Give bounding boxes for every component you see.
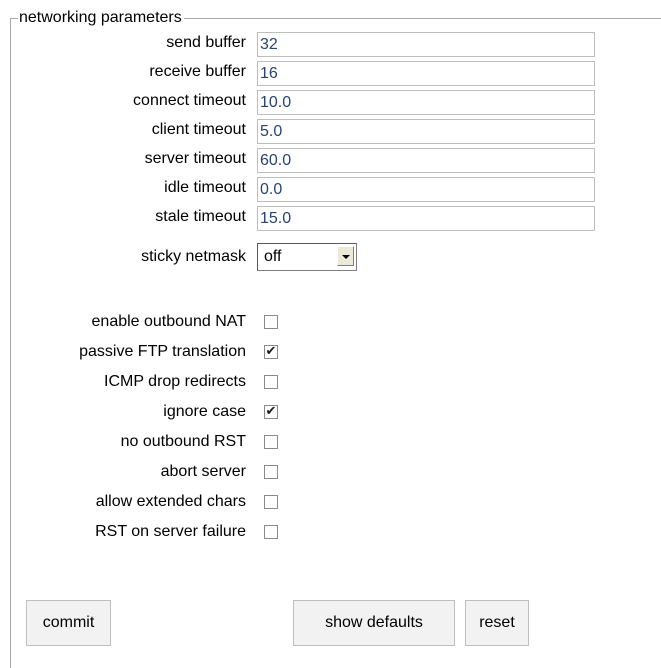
checkmark-icon: ✔ bbox=[265, 404, 277, 419]
stale-timeout-label: stale timeout bbox=[155, 208, 246, 225]
reset-button[interactable]: reset bbox=[465, 600, 529, 646]
icmp-drop-redirects-label: ICMP drop redirects bbox=[104, 373, 246, 390]
sticky-netmask-label: sticky netmask bbox=[141, 248, 246, 265]
abort-server-checkbox[interactable]: ✔ bbox=[264, 465, 278, 479]
allow-extended-chars-checkbox[interactable]: ✔ bbox=[264, 495, 278, 509]
server-timeout-input[interactable] bbox=[257, 148, 595, 173]
no-outbound-rst-checkbox[interactable]: ✔ bbox=[264, 435, 278, 449]
receive-buffer-label: receive buffer bbox=[149, 63, 246, 80]
abort-server-label: abort server bbox=[160, 463, 246, 480]
enable-outbound-nat-checkbox[interactable]: ✔ bbox=[264, 315, 278, 329]
idle-timeout-input[interactable] bbox=[257, 177, 595, 202]
server-timeout-label: server timeout bbox=[144, 150, 246, 167]
ignore-case-label: ignore case bbox=[163, 403, 246, 420]
receive-buffer-input[interactable] bbox=[257, 61, 595, 86]
client-timeout-input[interactable] bbox=[257, 119, 595, 144]
allow-extended-chars-label: allow extended chars bbox=[95, 493, 246, 510]
checkmark-icon: ✔ bbox=[265, 344, 277, 359]
send-buffer-label: send buffer bbox=[166, 34, 246, 51]
idle-timeout-label: idle timeout bbox=[164, 179, 246, 196]
connect-timeout-input[interactable] bbox=[257, 90, 595, 115]
passive-ftp-translation-checkbox[interactable]: ✔ bbox=[264, 344, 278, 359]
ignore-case-checkbox[interactable]: ✔ bbox=[264, 404, 278, 419]
rst-on-server-failure-checkbox[interactable]: ✔ bbox=[264, 525, 278, 539]
dropdown-arrow-icon[interactable] bbox=[337, 246, 354, 266]
client-timeout-label: client timeout bbox=[151, 121, 246, 138]
sticky-netmask-value: off bbox=[264, 248, 282, 265]
icmp-drop-redirects-checkbox[interactable]: ✔ bbox=[264, 375, 278, 389]
show-defaults-button[interactable]: show defaults bbox=[293, 600, 455, 646]
commit-button[interactable]: commit bbox=[26, 600, 111, 646]
enable-outbound-nat-label: enable outbound NAT bbox=[91, 313, 246, 330]
stale-timeout-input[interactable] bbox=[257, 206, 595, 231]
connect-timeout-label: connect timeout bbox=[133, 92, 246, 109]
no-outbound-rst-label: no outbound RST bbox=[120, 433, 246, 450]
send-buffer-input[interactable] bbox=[257, 32, 595, 57]
passive-ftp-translation-label: passive FTP translation bbox=[79, 343, 246, 360]
rst-on-server-failure-label: RST on server failure bbox=[95, 523, 246, 540]
sticky-netmask-select[interactable]: off bbox=[257, 243, 357, 271]
group-legend: networking parameters bbox=[18, 8, 184, 28]
